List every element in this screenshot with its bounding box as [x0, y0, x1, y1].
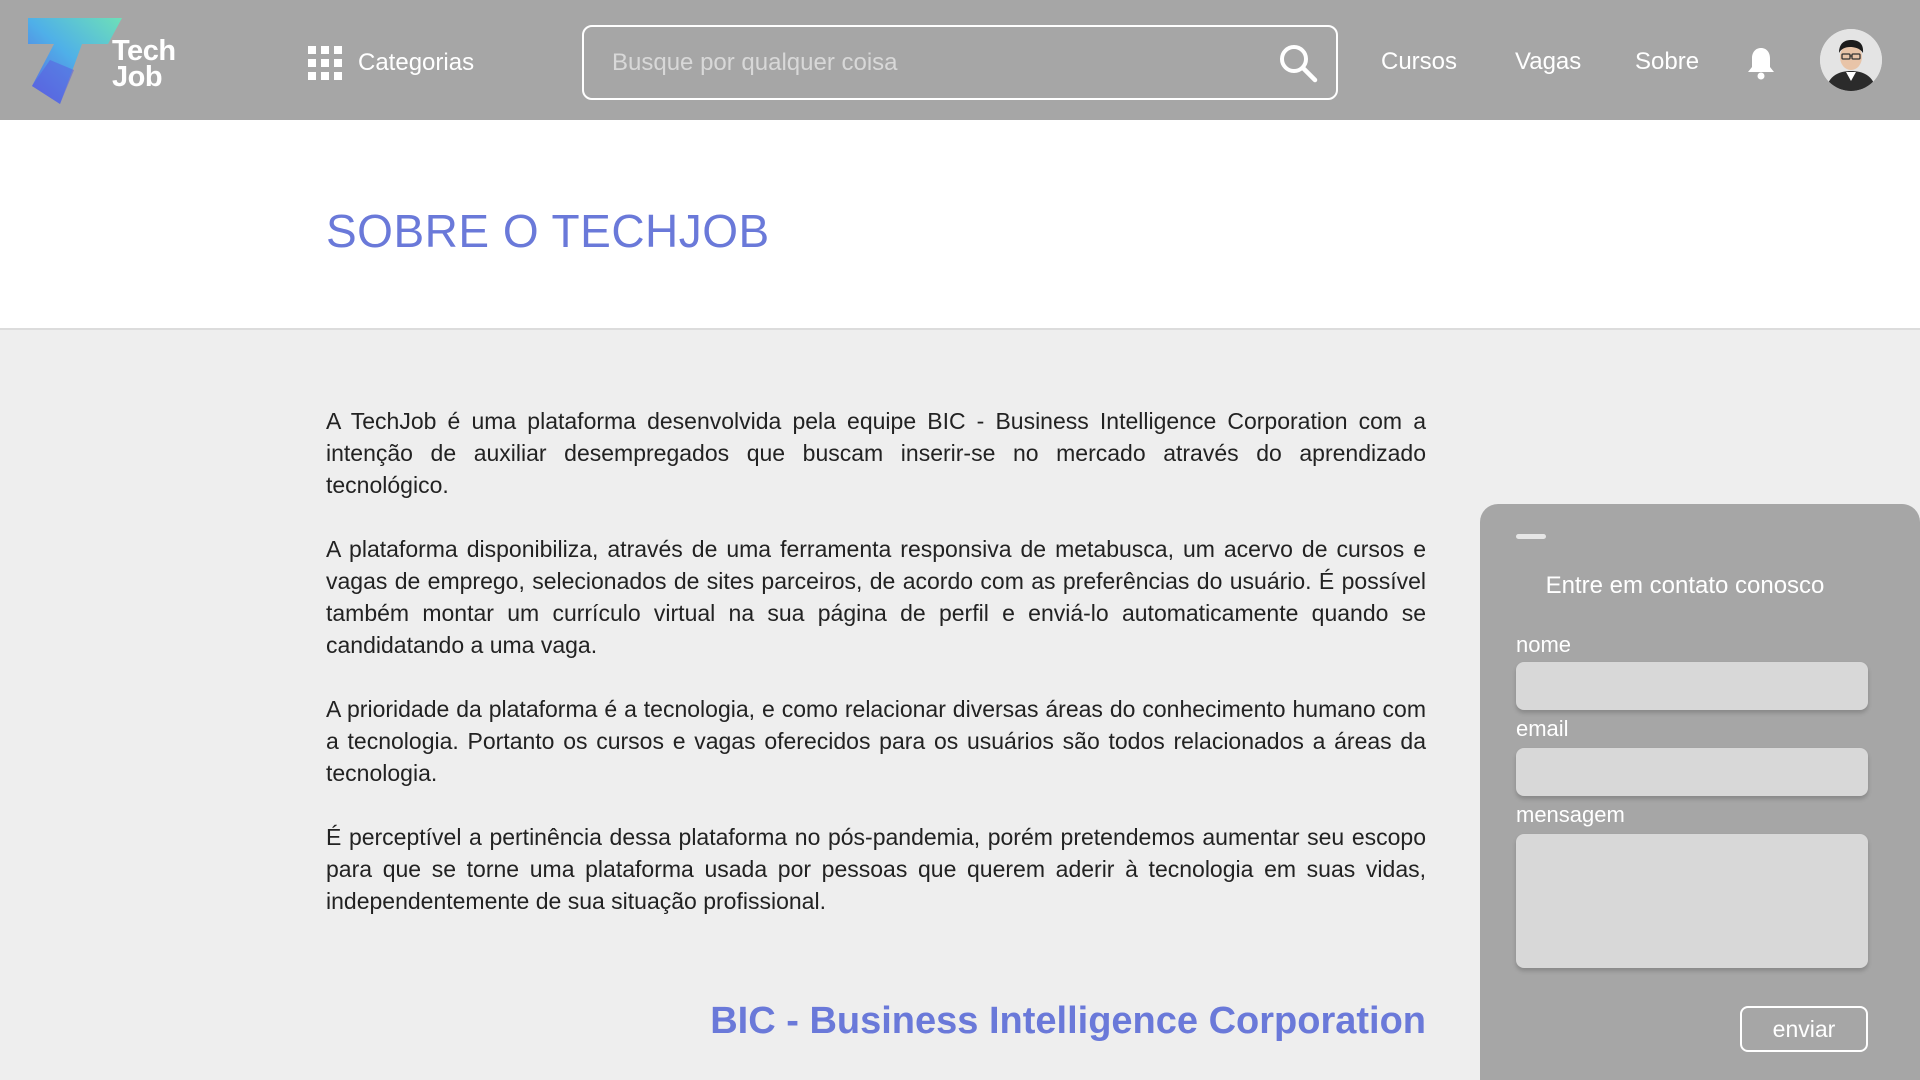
title-band: SOBRE O TECHJOB [0, 120, 1920, 330]
email-label: email [1516, 716, 1569, 741]
company-heading: BIC - Business Intelligence Corporation [710, 1000, 1426, 1042]
bell-icon[interactable] [1746, 46, 1776, 80]
nav-link-vagas[interactable]: Vagas [1515, 48, 1581, 76]
techjob-logo[interactable]: Tech Job [24, 16, 184, 110]
about-paragraph: É perceptível a pertinência dessa plataf… [326, 824, 1426, 914]
logo-text-job: Job [112, 61, 163, 93]
search-bar [582, 25, 1338, 100]
nav-link-cursos[interactable]: Cursos [1381, 48, 1457, 76]
top-navbar: Tech Job Categorias Cursos Vagas Sobre [0, 0, 1920, 120]
name-label: nome [1516, 632, 1572, 657]
categories-label: Categorias [358, 49, 475, 76]
about-paragraph: A TechJob é uma plataforma desenvolvida … [326, 408, 1426, 498]
contact-title: Entre em contato conosco [1545, 572, 1825, 599]
user-avatar-icon [1820, 29, 1882, 91]
grid-icon [308, 46, 342, 80]
collapse-handle[interactable] [1516, 534, 1546, 539]
nav-link-sobre[interactable]: Sobre [1635, 48, 1699, 76]
message-label: mensagem [1516, 802, 1625, 827]
search-icon[interactable] [1278, 43, 1318, 83]
avatar[interactable] [1820, 29, 1882, 91]
contact-panel: Entre em contato conosco nome email mens… [1480, 504, 1920, 1080]
about-paragraph: A plataforma disponibiliza, através de u… [326, 536, 1426, 658]
categories-menu-button[interactable]: Categorias [308, 44, 474, 82]
about-content: A TechJob é uma plataforma desenvolvida … [326, 405, 1426, 949]
search-input[interactable] [612, 27, 1252, 98]
page-title: SOBRE O TECHJOB [326, 205, 770, 257]
email-field[interactable] [1516, 748, 1868, 796]
logo-text: Tech Job [112, 37, 176, 93]
name-field[interactable] [1516, 662, 1868, 710]
about-paragraph: A prioridade da plataforma é a tecnologi… [326, 696, 1426, 786]
message-field[interactable] [1516, 834, 1868, 968]
send-button[interactable]: enviar [1740, 1006, 1868, 1052]
